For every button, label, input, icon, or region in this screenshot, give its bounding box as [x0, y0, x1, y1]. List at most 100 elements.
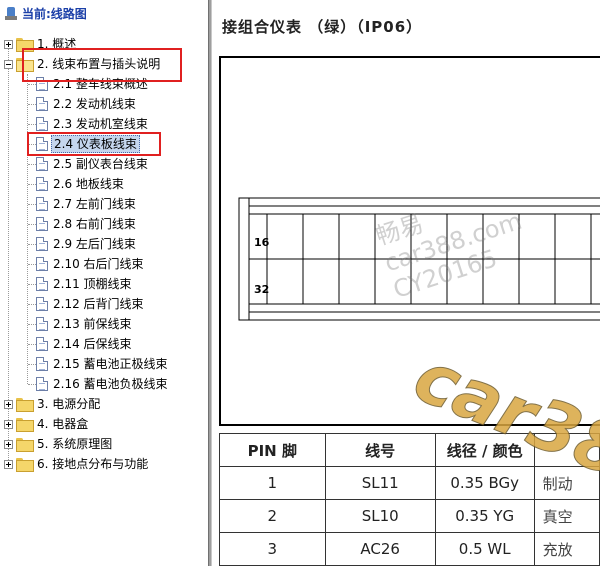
- tree-root[interactable]: 当前:线路图: [5, 4, 89, 24]
- table-cell: 0.35 BGy: [434, 466, 535, 500]
- table-cell: 3: [219, 532, 326, 566]
- tree-item[interactable]: 2.15 蓄电池正极线束: [36, 354, 170, 374]
- tree-line: [28, 304, 36, 305]
- page-title: 接组合仪表 （绿）（IP06）: [222, 18, 423, 36]
- document-icon: [36, 217, 48, 231]
- tree-item-label: 2.10 右后门线束: [53, 257, 144, 271]
- table-cell: 充放: [533, 532, 600, 566]
- table-cell: 制动: [533, 466, 600, 500]
- connector-drawing: 1632: [238, 197, 600, 321]
- folder-icon: [16, 438, 34, 452]
- tree-folder-label: 4. 电器盒: [37, 417, 89, 431]
- tree-item-label: 2.13 前保线束: [53, 317, 132, 331]
- connector-diagram: 16 32: [219, 56, 600, 426]
- folder-icon: [16, 398, 34, 412]
- tree-item[interactable]: 2.6 地板线束: [36, 174, 126, 194]
- column-header: PIN 脚: [219, 433, 326, 467]
- tree-item-label: 2.5 副仪表台线束: [53, 157, 148, 171]
- tree-line: [28, 224, 36, 225]
- tree-folder[interactable]: 5. 系统原理图: [4, 434, 114, 454]
- tree-item-label: 2.15 蓄电池正极线束: [53, 357, 168, 371]
- tree-item[interactable]: 2.13 前保线束: [36, 314, 134, 334]
- tree-item[interactable]: 2.2 发动机线束: [36, 94, 138, 114]
- tree-folder[interactable]: 4. 电器盒: [4, 414, 90, 434]
- tree-item[interactable]: 2.16 蓄电池负极线束: [36, 374, 170, 394]
- table-cell: SL10: [324, 499, 436, 533]
- table-header-row: PIN 脚 线号 线径 / 颜色: [219, 433, 600, 467]
- tree-item-label: 2.11 顶棚线束: [53, 277, 132, 291]
- document-icon: [36, 377, 48, 391]
- table-cell: 0.5 WL: [434, 532, 535, 566]
- tree-line: [28, 364, 36, 365]
- pin-label-32: 32: [254, 283, 269, 296]
- table-cell: SL11: [324, 466, 436, 500]
- tree-item-label: 2.2 发动机线束: [53, 97, 136, 111]
- tree-line: [28, 124, 36, 125]
- expand-icon[interactable]: [4, 399, 13, 409]
- tree-line: [28, 264, 36, 265]
- tree-line: [28, 244, 36, 245]
- table-cell: 1: [219, 466, 326, 500]
- tree-item-label: 2.3 发动机室线束: [53, 117, 148, 131]
- tree-folder[interactable]: 3. 电源分配: [4, 394, 102, 414]
- document-icon: [36, 237, 48, 251]
- pin-label-16: 16: [254, 236, 270, 249]
- highlight-box: [27, 132, 161, 156]
- tree-item[interactable]: 2.7 左前门线束: [36, 194, 138, 214]
- tree-folder-label: 5. 系统原理图: [37, 437, 113, 451]
- table-row: 1 SL11 0.35 BGy 制动: [219, 466, 600, 500]
- tree-line: [28, 164, 36, 165]
- tree-item-label: 2.7 左前门线束: [53, 197, 136, 211]
- tree-item-label: 2.6 地板线束: [53, 177, 124, 191]
- table-cell: 真空: [533, 499, 600, 533]
- document-icon: [36, 317, 48, 331]
- document-icon: [36, 157, 48, 171]
- tree-root-label: 当前:线路图: [22, 7, 87, 21]
- tree-item[interactable]: 2.9 左后门线束: [36, 234, 138, 254]
- tree-line: [28, 184, 36, 185]
- folder-icon: [16, 418, 34, 432]
- document-icon: [36, 177, 48, 191]
- tree-item[interactable]: 2.11 顶棚线束: [36, 274, 134, 294]
- document-icon: [36, 257, 48, 271]
- content-pane: 接组合仪表 （绿）（IP06） 16 32 畅易 car388.com CY201…: [212, 0, 600, 566]
- document-icon: [36, 297, 48, 311]
- tree-folder[interactable]: 6. 接地点分布与功能: [4, 454, 150, 474]
- expand-icon[interactable]: [4, 439, 13, 449]
- computer-icon: [5, 7, 17, 21]
- connector-latch: [238, 197, 250, 321]
- collapse-icon[interactable]: [4, 59, 13, 69]
- table-cell: AC26: [324, 532, 436, 566]
- table-cell: 0.35 YG: [434, 499, 535, 533]
- tree-item[interactable]: 2.10 右后门线束: [36, 254, 146, 274]
- tree-item[interactable]: 2.3 发动机室线束: [36, 114, 150, 134]
- tree-line: [28, 384, 36, 385]
- tree-item-label: 2.12 后背门线束: [53, 297, 144, 311]
- tree-item-label: 2.14 后保线束: [53, 337, 132, 351]
- tree-line: [28, 324, 36, 325]
- tree-pane: 当前:线路图 1. 概述 2. 线束布置与插头说明 2.1 整车线束概述 2.2 发动机…: [0, 0, 208, 566]
- tree-line: [28, 284, 36, 285]
- tree-item[interactable]: 2.14 后保线束: [36, 334, 134, 354]
- document-icon: [36, 117, 48, 131]
- document-icon: [36, 277, 48, 291]
- tree-item-label: 2.9 左后门线束: [53, 237, 136, 251]
- tree-item[interactable]: 2.8 右前门线束: [36, 214, 138, 234]
- tree-item[interactable]: 2.5 副仪表台线束: [36, 154, 150, 174]
- tree-item[interactable]: 2.12 后背门线束: [36, 294, 146, 314]
- column-header: 线号: [324, 433, 436, 467]
- tree-item-label: 2.16 蓄电池负极线束: [53, 377, 168, 391]
- table-cell: 2: [219, 499, 326, 533]
- expand-icon[interactable]: [4, 39, 13, 49]
- expand-icon[interactable]: [4, 419, 13, 429]
- folder-icon: [16, 458, 34, 472]
- table-row: 3 AC26 0.5 WL 充放: [219, 532, 600, 566]
- tree-line: [27, 74, 28, 384]
- expand-icon[interactable]: [4, 459, 13, 469]
- column-header: 线径 / 颜色: [434, 433, 535, 467]
- tree-line: [28, 344, 36, 345]
- tree-folder-label: 3. 电源分配: [37, 397, 101, 411]
- tree-line: [28, 104, 36, 105]
- tree-line: [28, 84, 36, 85]
- tree-item-label: 2.8 右前门线束: [53, 217, 136, 231]
